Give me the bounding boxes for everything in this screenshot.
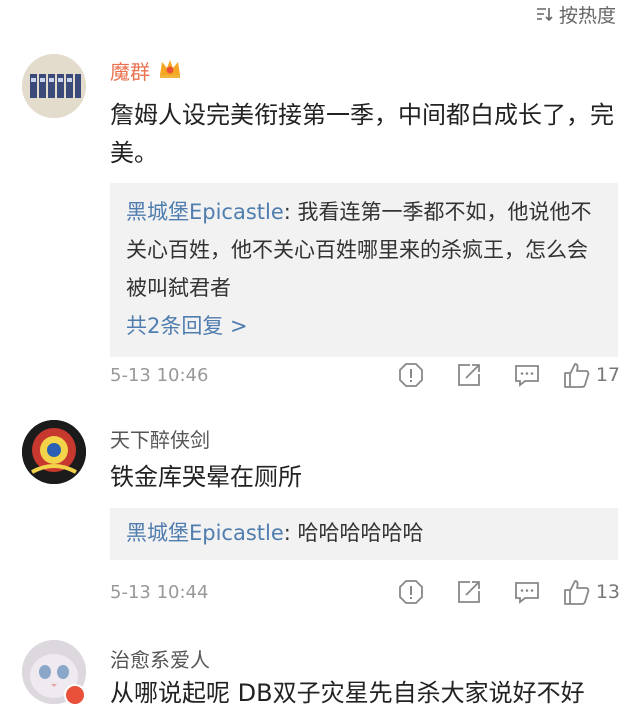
comment-button[interactable] <box>498 577 556 607</box>
avatar[interactable] <box>22 54 86 118</box>
username[interactable]: 治愈系爱人 <box>110 644 210 673</box>
reply-colon: : <box>283 200 298 224</box>
comment-time: 5-13 10:46 <box>110 364 209 386</box>
forward-icon <box>457 364 480 386</box>
forward-icon <box>457 581 480 603</box>
comment-meta: 5-13 10:46 17 <box>110 360 620 390</box>
username[interactable]: 天下醉侠剑 <box>110 424 210 453</box>
thumbs-up-icon <box>563 580 590 605</box>
like-button[interactable]: 13 <box>562 578 620 606</box>
comment-text: 从哪说起呢 DB双子灾星先自杀大家说好不好 <box>110 679 585 707</box>
report-button[interactable] <box>382 577 440 607</box>
comment-button[interactable] <box>498 360 556 390</box>
forward-button[interactable] <box>440 360 498 390</box>
reply-author[interactable]: 黑城堡Epicastle <box>126 200 284 224</box>
forward-button[interactable] <box>440 577 498 607</box>
report-button[interactable] <box>382 360 440 390</box>
reply-preview[interactable]: 黑城堡Epicastle: 我看连第一季都不如，他说他不关心百姓，他不关心百姓哪… <box>110 183 618 357</box>
sort-by-popularity-button[interactable]: 按热度 <box>535 0 616 28</box>
username[interactable]: 魔群 <box>110 56 182 85</box>
reply-colon: : <box>283 521 298 545</box>
more-replies-link[interactable]: 共2条回复 > <box>126 307 602 345</box>
report-icon <box>398 580 423 604</box>
reply-preview[interactable]: 黑城堡Epicastle: 哈哈哈哈哈哈 <box>110 508 618 560</box>
sort-label: 按热度 <box>558 4 616 27</box>
like-count: 17 <box>595 364 620 386</box>
comment-time: 5-13 10:44 <box>110 581 209 603</box>
reply-text: 哈哈哈哈哈哈 <box>297 521 424 545</box>
report-icon <box>398 363 423 387</box>
avatar[interactable] <box>22 420 86 484</box>
thumbs-up-icon <box>563 363 590 388</box>
comment-icon <box>514 582 539 604</box>
like-button[interactable]: 17 <box>562 361 620 389</box>
verified-badge-icon <box>64 684 86 706</box>
sort-icon <box>535 5 553 23</box>
reply-author[interactable]: 黑城堡Epicastle <box>126 521 284 545</box>
vip-crown-icon <box>158 57 182 84</box>
comment-icon <box>514 365 539 387</box>
comment-meta: 5-13 10:44 13 <box>110 577 620 607</box>
comment-text: 铁金库哭晕在厕所 <box>110 463 302 491</box>
like-count: 13 <box>595 581 620 603</box>
comment-text: 詹姆人设完美衔接第一季，中间都白成长了，完美。 <box>110 101 614 167</box>
